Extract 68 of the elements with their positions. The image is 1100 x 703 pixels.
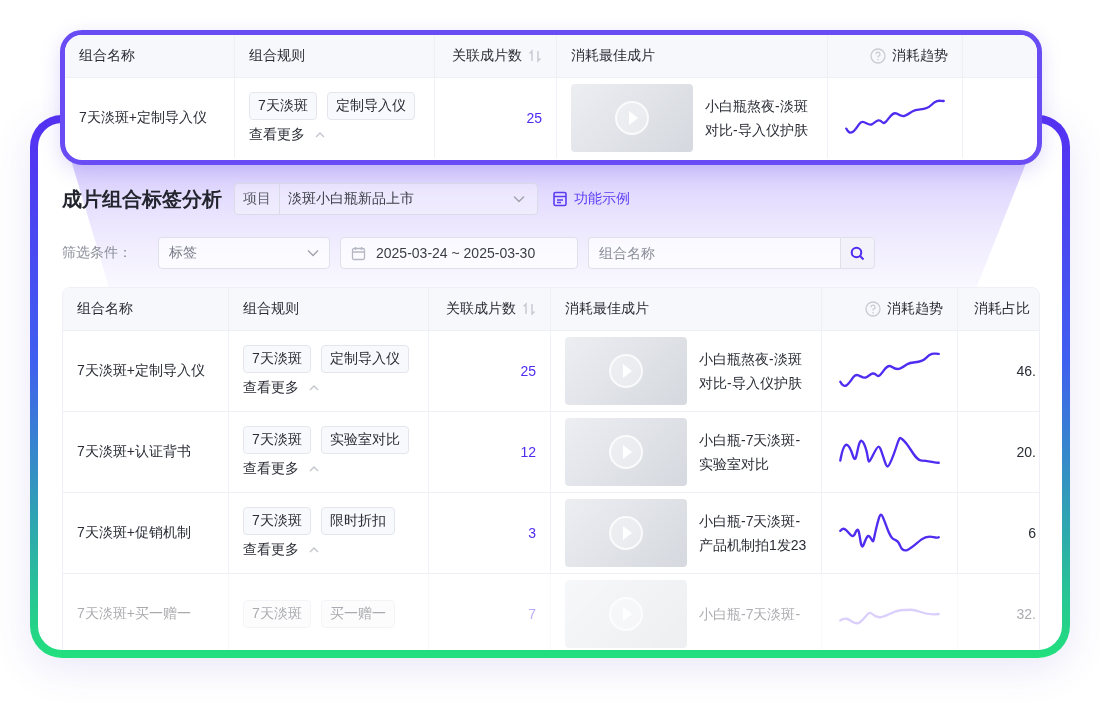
video-title: 小白瓶熬夜-淡斑对比-导入仪护肤 [705,97,809,140]
column-header: 消耗趋势 [892,47,948,65]
chevron-up-icon[interactable] [309,547,319,553]
column-header: 组合名称 [79,47,135,65]
sort-icon[interactable] [522,302,536,316]
consumption-share: 32. [1016,606,1036,622]
chevron-down-icon [513,195,525,203]
chevron-down-icon [307,249,319,257]
view-more-link[interactable]: 查看更多 [243,460,299,478]
video-thumbnail-placeholder[interactable] [571,84,693,152]
column-header: 消耗最佳成片 [571,47,655,65]
consumption-share: 46. [1016,363,1036,379]
rule-tag: 定制导入仪 [326,92,415,120]
video-title: 小白瓶-7天淡斑-实验室对比 [699,431,802,474]
sort-icon[interactable] [528,49,542,63]
page-title: 成片组合标签分析 [62,186,222,212]
column-header: 组合名称 [77,300,133,318]
column-header: 消耗最佳成片 [565,300,649,318]
combination-name: 7天淡斑+认证背书 [77,443,191,461]
consumption-share: 20. [1016,444,1036,460]
calendar-icon [351,245,366,261]
combination-name: 7天淡斑+买一赠一 [77,605,191,623]
rule-tag: 7天淡斑 [243,426,311,454]
video-count-link[interactable]: 3 [528,525,536,541]
column-header: 组合规则 [249,47,305,65]
column-header: 关联成片数 [446,300,516,318]
rule-tag: 实验室对比 [320,426,409,454]
column-header: 关联成片数 [452,47,522,65]
view-more-link[interactable]: 查看更多 [249,126,305,144]
video-thumbnail-placeholder[interactable] [565,499,687,567]
chevron-up-icon[interactable] [309,385,319,391]
help-icon[interactable] [870,48,886,64]
search-field[interactable]: 组合名称 [588,237,840,269]
rule-tag: 定制导入仪 [320,345,409,373]
project-select[interactable]: 项目 淡斑小白瓶新品上市 [234,183,538,215]
rule-tag: 买一赠一 [320,600,395,628]
combination-name: 7天淡斑+促销机制 [77,524,191,542]
rule-tag: 7天淡斑 [243,600,311,628]
consumption-share: 6 [1028,525,1036,541]
column-header: 消耗趋势 [887,300,943,318]
document-icon [552,191,568,207]
video-title: 小白瓶熬夜-淡斑对比-导入仪护肤 [699,350,803,393]
search-icon [850,245,865,261]
rule-tag: 7天淡斑 [243,507,311,535]
video-count-link[interactable]: 25 [526,110,542,126]
date-range-field[interactable]: 2025-03-24 ~ 2025-03-30 [340,237,578,269]
combination-name: 7天淡斑+定制导入仪 [77,362,205,380]
video-count-link[interactable]: 12 [520,444,536,460]
video-title: 小白瓶-7天淡斑- [699,605,802,624]
rule-tag: 7天淡斑 [249,92,317,120]
tag-select[interactable]: 标签 [158,237,330,269]
view-more-link[interactable]: 查看更多 [243,541,299,559]
rule-tag: 7天淡斑 [243,345,311,373]
view-more-link[interactable]: 查看更多 [243,379,299,397]
chevron-up-icon[interactable] [309,466,319,472]
chevron-up-icon[interactable] [315,132,325,138]
column-header: 组合规则 [243,300,299,318]
help-icon[interactable] [865,301,881,317]
video-thumbnail-placeholder[interactable] [565,418,687,486]
rule-tag: 限时折扣 [320,507,395,535]
search-button[interactable] [840,237,875,269]
video-thumbnail-placeholder[interactable] [565,337,687,405]
combination-name: 7天淡斑+定制导入仪 [79,109,207,127]
column-header: 消耗占比 [974,300,1030,318]
video-title: 小白瓶-7天淡斑-产品机制拍1发23 [699,512,808,555]
example-link[interactable]: 功能示例 [552,190,630,208]
filter-label: 筛选条件： [62,244,133,262]
video-count-link[interactable]: 25 [520,363,536,379]
